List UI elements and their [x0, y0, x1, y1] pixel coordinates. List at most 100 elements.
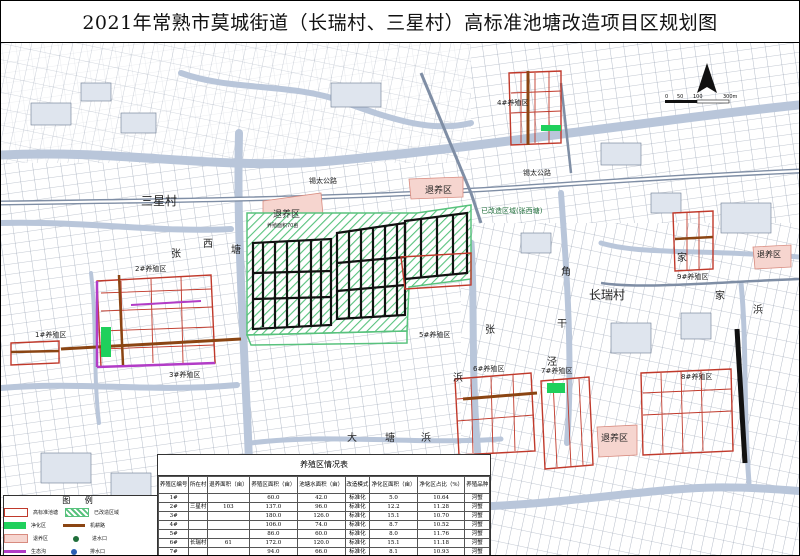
label-area-6: 6#养殖区: [473, 364, 504, 373]
table-row: 6# 长瑞村 61 172.0 120.0 标准化 15.1 11.18 河蟹: [158, 538, 490, 548]
legend-title: 图 例: [62, 496, 99, 505]
label-tang-2: 塘: [385, 431, 395, 444]
legend-label: 已改造区域: [94, 510, 120, 516]
legend-label: 高标准池塘: [33, 510, 59, 516]
table-cell: 4#: [158, 520, 190, 530]
label-da: 大: [347, 431, 357, 444]
label-zhang-2: 张: [485, 324, 495, 336]
table-cell: 标准化: [344, 493, 371, 503]
table-cell: 标准化: [344, 511, 371, 521]
scale-tick-3: 300m: [723, 94, 738, 100]
table-cell: [188, 529, 208, 539]
label-retreat-3: 退养区: [601, 432, 628, 444]
legend-swatch-hatch: [65, 508, 89, 517]
table-cell: 5.0: [369, 493, 418, 503]
table-row: 2# 三星村 103 137.0 96.0 标准化 12.2 11.28 河蟹: [158, 502, 490, 512]
legend-row: 高标准池塘 已改造区域: [4, 506, 157, 519]
table-cell: 103: [206, 502, 250, 512]
table-cell: 11.18: [416, 538, 466, 548]
table-cell: 7#: [158, 547, 190, 555]
legend-label: 退养区: [33, 536, 49, 542]
table-cell: 河蟹: [464, 520, 490, 530]
table-header: 净化区占比（%）: [416, 476, 466, 494]
table-header: 净化区面积（亩）: [369, 476, 418, 494]
label-bang-3: 浜: [421, 432, 431, 444]
table-cell: [188, 493, 208, 503]
table-cell: 137.0: [248, 502, 298, 512]
title-bar: 2021年常熟市莫城街道（长瑞村、三星村）高标准池塘改造项目区规划图: [1, 1, 799, 43]
table-header: 改造模式: [344, 476, 371, 494]
label-road: 锡太公路: [309, 176, 337, 185]
label-road-2: 锡太公路: [523, 168, 551, 177]
scale-tick-0: 0: [665, 94, 668, 100]
label-area-1: 1#养殖区: [35, 330, 66, 339]
table-cell: 2#: [158, 502, 190, 512]
table-cell: 标准化: [344, 547, 371, 555]
table-row: 7# 94.0 66.0 标准化 8.1 10.93 河蟹: [158, 547, 490, 555]
table-cell: 15.1: [369, 538, 418, 548]
scale-tick-2: 100: [693, 94, 703, 100]
map-frame: 2021年常熟市莫城街道（长瑞村、三星村）高标准池塘改造项目区规划图 0 50 …: [0, 0, 800, 556]
label-retreat-4: 退养区: [757, 249, 781, 259]
table-cell: 96.0: [296, 502, 346, 512]
label-area-8: 8#养殖区: [681, 372, 712, 381]
label-changrui: 长瑞村: [589, 288, 625, 302]
table-cell: [188, 520, 208, 530]
table-cell: [206, 547, 250, 555]
table-header: 养殖区面积（亩）: [248, 476, 298, 494]
table-row: 3# 180.0 126.0 标准化 15.1 10.70 河蟹: [158, 511, 490, 521]
label-reformed: 已改造区域(张西塘): [481, 206, 543, 215]
table-cell: 标准化: [344, 520, 371, 530]
label-bang-2: 浜: [753, 304, 763, 316]
legend-label: 机耕路: [90, 523, 106, 529]
table-cell: 8.0: [369, 529, 418, 539]
table-cell: 河蟹: [464, 493, 490, 503]
table-cell: 74.0: [296, 520, 346, 530]
table-cell: 8.7: [369, 520, 418, 530]
table-cell: [188, 511, 208, 521]
table-cell: 60.0: [296, 529, 346, 539]
table-cell: 河蟹: [464, 529, 490, 539]
legend-swatch-dot2: [71, 548, 77, 555]
table-cell: 长瑞村: [188, 538, 208, 548]
table-cell: 11.28: [416, 502, 466, 512]
table-cell: 126.0: [296, 511, 346, 521]
table-cell: [206, 493, 250, 503]
table-cell: 3#: [158, 511, 190, 521]
label-dai: 家: [677, 251, 687, 264]
label-retreat-2: 退养区: [425, 184, 452, 196]
table-cell: 三星村: [188, 502, 208, 512]
table-cell: 66.0: [296, 547, 346, 555]
table-cell: 河蟹: [464, 502, 490, 512]
table-cell: 94.0: [248, 547, 298, 555]
table-header-row: 养殖区编号 所在村 退养面积（亩） 养殖区面积（亩） 池塘水面积（亩） 改造模式…: [158, 476, 490, 494]
legend-swatch-pond: [4, 508, 28, 517]
table-row: 1# 60.0 42.0 标准化 5.0 10.64 河蟹: [158, 493, 490, 503]
table-header: 所在村: [188, 476, 208, 494]
table-cell: [206, 529, 250, 539]
label-sanxing: 三星村: [141, 194, 177, 208]
legend-swatch-purple: [4, 550, 26, 553]
table-title: 养殖区情况表: [158, 455, 490, 476]
label-area-7: 7#养殖区: [541, 366, 572, 375]
legend-swatch-dot: [73, 535, 79, 542]
table-cell: 河蟹: [464, 538, 490, 548]
label-area-3: 3#养殖区: [169, 370, 200, 379]
table-cell: [206, 520, 250, 530]
table-cell: 河蟹: [464, 547, 490, 555]
breeding-table: 养殖区情况表 养殖区编号 所在村 退养面积（亩） 养殖区面积（亩） 池塘水面积（…: [157, 454, 491, 555]
table-cell: 11.76: [416, 529, 466, 539]
table-cell: 10.64: [416, 493, 466, 503]
table-cell: 106.0: [248, 520, 298, 530]
legend-swatch-green: [4, 522, 26, 529]
table-cell: 180.0: [248, 511, 298, 521]
table-cell: 标准化: [344, 502, 371, 512]
table-cell: 1#: [158, 493, 190, 503]
legend-label: 进水口: [92, 536, 108, 542]
table-cell: 42.0: [296, 493, 346, 503]
legend-swatch-pink: [4, 534, 28, 543]
label-zhang: 张: [171, 248, 181, 260]
table-header: 养殖区编号: [158, 476, 190, 494]
legend-row: 生态沟 排水口: [4, 545, 157, 555]
table-row: 5# 86.0 60.0 标准化 8.0 11.76 河蟹: [158, 529, 490, 539]
